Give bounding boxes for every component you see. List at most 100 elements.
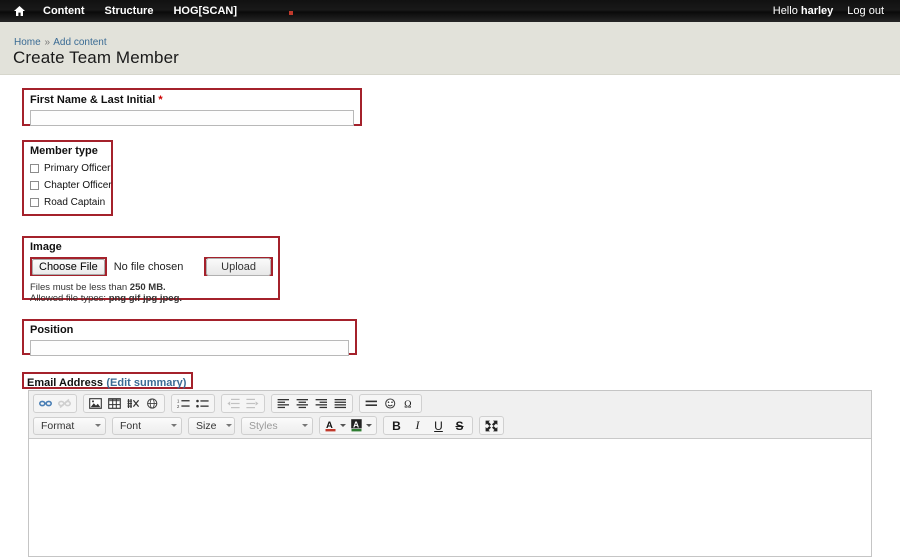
edit-summary-link[interactable]: (Edit summary): [106, 377, 186, 389]
bulleted-list-icon[interactable]: [194, 396, 211, 412]
position-input[interactable]: [30, 340, 349, 356]
align-left-icon[interactable]: [275, 396, 292, 412]
editor-group-insert: [83, 394, 165, 413]
home-icon[interactable]: [0, 6, 33, 16]
styles-dropdown[interactable]: Styles: [241, 416, 313, 435]
maximize-icon[interactable]: [483, 418, 500, 434]
checkbox-primary-officer[interactable]: [30, 164, 39, 173]
bold-button[interactable]: B: [387, 417, 406, 434]
checkbox-row-primary-officer[interactable]: Primary Officer: [30, 163, 111, 174]
svg-text:1: 1: [177, 398, 180, 403]
background-color-icon[interactable]: A: [349, 418, 373, 433]
image-icon[interactable]: [87, 396, 104, 412]
checkbox-row-chapter-officer[interactable]: Chapter Officer: [30, 180, 112, 191]
toolbar-item-structure[interactable]: Structure: [95, 0, 164, 22]
underline-button[interactable]: U: [429, 417, 448, 434]
breadcrumb: Home » Add content: [14, 37, 107, 48]
choose-file-button[interactable]: Choose File: [32, 259, 105, 275]
editor-body[interactable]: [29, 438, 871, 556]
editor-group-formatting: B I U S: [383, 416, 473, 435]
editor-toolbar-row-1: 12 Ω: [29, 391, 871, 413]
svg-text:2: 2: [177, 404, 180, 409]
first-name-field-group: First Name & Last Initial *: [22, 88, 362, 126]
italic-button[interactable]: I: [408, 417, 427, 434]
checkbox-label-primary-officer: Primary Officer: [44, 163, 111, 174]
link-icon[interactable]: [37, 396, 54, 412]
chevron-down-icon: [95, 424, 101, 427]
checkbox-label-chapter-officer: Chapter Officer: [44, 180, 112, 191]
chevron-down-icon: [171, 424, 177, 427]
required-marker: *: [158, 94, 163, 106]
checkbox-road-captain[interactable]: [30, 198, 39, 207]
image-label: Image: [30, 241, 62, 253]
breadcrumb-home[interactable]: Home: [14, 37, 41, 48]
breadcrumb-separator: »: [44, 37, 51, 48]
page-title: Create Team Member: [13, 48, 179, 67]
editor-group-indent: [221, 394, 265, 413]
image-help-line-2: Allowed file types: png gif jpg jpeg.: [30, 293, 272, 304]
globe-icon[interactable]: [144, 396, 161, 412]
special-character-icon[interactable]: Ω: [401, 396, 418, 412]
first-name-label: First Name & Last Initial *: [30, 94, 354, 106]
unlink-icon[interactable]: [56, 396, 73, 412]
align-center-icon[interactable]: [294, 396, 311, 412]
breadcrumb-add-content[interactable]: Add content: [53, 37, 106, 48]
admin-toolbar-left: Content Structure HOG[SCAN]: [0, 0, 294, 22]
table-icon[interactable]: [106, 396, 123, 412]
logout-link[interactable]: Log out: [843, 0, 888, 22]
toolbar-item-hogscan[interactable]: HOG[SCAN]: [163, 0, 247, 22]
page-header: Home » Add content Create Team Member: [0, 22, 900, 75]
checkbox-chapter-officer[interactable]: [30, 181, 39, 190]
chevron-down-icon: [226, 424, 233, 427]
chevron-down-icon: [302, 424, 308, 427]
chevron-down-icon: [340, 424, 346, 427]
email-address-label: Email Address: [27, 377, 104, 389]
editor-group-misc: Ω: [359, 394, 422, 413]
upload-button[interactable]: Upload: [206, 258, 271, 276]
size-dropdown-label: Size: [196, 419, 217, 432]
position-label: Position: [30, 324, 74, 336]
size-dropdown[interactable]: Size: [188, 416, 235, 435]
no-file-chosen-text: No file chosen: [113, 260, 184, 273]
toolbar-item-content[interactable]: Content: [33, 0, 95, 22]
horizontal-rule-icon[interactable]: [363, 396, 380, 412]
editor-group-colors: A A: [319, 416, 377, 435]
help-size-value: 250 MB.: [129, 282, 166, 293]
format-dropdown-label: Format: [41, 419, 75, 432]
help-size-prefix: Files must be less than: [30, 282, 130, 293]
member-type-field-group: Member type Primary Officer Chapter Offi…: [22, 140, 113, 216]
member-type-label: Member type: [30, 145, 98, 157]
svg-text:Ω: Ω: [404, 399, 411, 409]
editor-group-links: [33, 394, 77, 413]
greeting-prefix: Hello: [772, 5, 801, 17]
help-types-prefix: Allowed file types:: [30, 293, 109, 304]
rich-text-editor: 12 Ω Format Font Size Styles A A B I U S: [28, 390, 872, 557]
admin-toolbar-right: Hello harley Log out: [763, 0, 900, 22]
outdent-icon[interactable]: [225, 396, 242, 412]
checkbox-row-road-captain[interactable]: Road Captain: [30, 197, 105, 208]
indent-icon[interactable]: [244, 396, 261, 412]
text-color-icon[interactable]: A: [323, 418, 347, 433]
first-name-label-text: First Name & Last Initial: [30, 94, 156, 106]
strikethrough-button[interactable]: S: [450, 417, 469, 434]
position-field-group: Position: [22, 319, 357, 356]
first-name-input[interactable]: [30, 110, 354, 126]
help-types-value: png gif jpg jpeg.: [108, 293, 183, 304]
editor-group-lists: 12: [171, 394, 215, 413]
align-right-icon[interactable]: [313, 396, 330, 412]
image-field-group: Image Choose File No file chosen Upload …: [22, 236, 280, 304]
admin-toolbar: Content Structure HOG[SCAN] Hello harley…: [0, 0, 900, 22]
editor-content-area[interactable]: [29, 439, 871, 556]
format-dropdown[interactable]: Format: [33, 416, 106, 435]
image-help-text: Files must be less than 250 MB. Allowed …: [30, 282, 272, 304]
greeting: Hello harley: [763, 0, 844, 22]
email-address-label-group: Email Address (Edit summary): [22, 372, 194, 389]
smiley-icon[interactable]: [382, 396, 399, 412]
editor-group-maximize: [479, 416, 504, 435]
font-dropdown[interactable]: Font: [112, 416, 182, 435]
align-justify-icon[interactable]: [332, 396, 349, 412]
media-icon[interactable]: [125, 396, 142, 412]
numbered-list-icon[interactable]: 12: [175, 396, 192, 412]
styles-dropdown-label: Styles: [249, 419, 278, 432]
image-help-line-1: Files must be less than 250 MB.: [30, 282, 272, 293]
